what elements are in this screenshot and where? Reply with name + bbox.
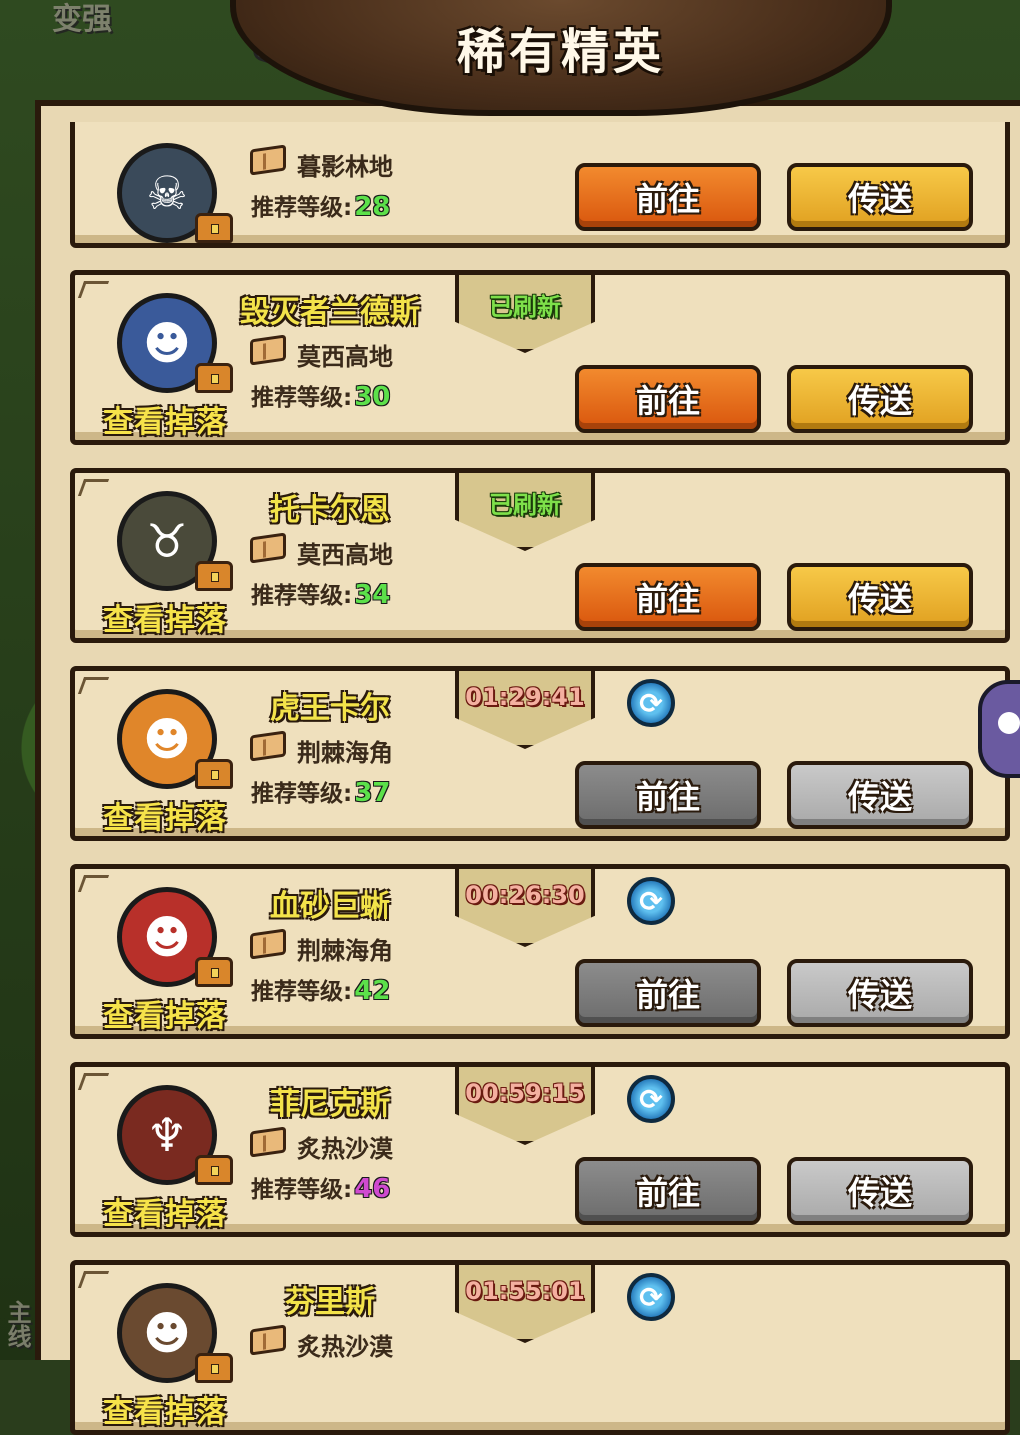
go-button[interactable]: 前往 bbox=[575, 761, 761, 829]
level-value: 28 bbox=[354, 192, 391, 222]
map-icon bbox=[250, 928, 286, 960]
elite-location: 荆棘海角 bbox=[297, 937, 393, 965]
go-button[interactable]: 前往 bbox=[575, 365, 761, 433]
elite-card: ☻ 查看掉落 血砂巨蜥荆棘海角推荐等级:42 00:26:30 ⟳ 前往 传送 bbox=[70, 864, 1010, 1039]
troll-icon: ☻ bbox=[143, 316, 191, 370]
level-prefix: 推荐等级: bbox=[251, 385, 353, 411]
respawn-timer: 00:59:15 bbox=[465, 1079, 585, 1107]
refresh-icon[interactable]: ⟳ bbox=[627, 679, 675, 727]
map-icon bbox=[250, 334, 286, 366]
elite-card: ☻ 查看掉落 芬里斯炙热沙漠 01:55:01 ⟳ bbox=[70, 1260, 1010, 1435]
elite-location: 莫西高地 bbox=[297, 343, 393, 371]
recommended-level: 推荐等级:37 bbox=[251, 774, 390, 808]
wolf-icon: ☻ bbox=[143, 1306, 191, 1360]
go-button[interactable]: 前往 bbox=[575, 563, 761, 631]
treasure-chest-icon bbox=[195, 957, 233, 987]
treasure-chest-icon bbox=[195, 1353, 233, 1383]
level-value: 37 bbox=[354, 778, 391, 808]
lizard-icon: ☻ bbox=[143, 910, 191, 964]
teleport-button[interactable]: 传送 bbox=[787, 1157, 973, 1225]
elite-name: 托卡尔恩 bbox=[270, 493, 390, 528]
elite-card: ☻ 查看掉落 虎王卡尔荆棘海角推荐等级:37 01:29:41 ⟳ 前往 传送 bbox=[70, 666, 1010, 841]
treasure-chest-icon bbox=[195, 759, 233, 789]
teleport-button[interactable]: 传送 bbox=[787, 563, 973, 631]
elite-name: 虎王卡尔 bbox=[270, 691, 390, 726]
page-title: 稀有精英 bbox=[456, 24, 665, 80]
elite-name: 菲尼克斯 bbox=[270, 1087, 390, 1122]
level-value: 42 bbox=[354, 976, 391, 1006]
go-button[interactable]: 前往 bbox=[575, 959, 761, 1027]
level-prefix: 推荐等级: bbox=[251, 781, 353, 807]
side-chat-button[interactable] bbox=[978, 680, 1020, 778]
level-prefix: 推荐等级: bbox=[251, 1177, 353, 1203]
elite-location: 莫西高地 bbox=[297, 541, 393, 569]
level-prefix: 推荐等级: bbox=[251, 195, 353, 221]
level-value: 30 bbox=[354, 382, 391, 412]
teleport-button[interactable]: 传送 bbox=[787, 959, 973, 1027]
respawn-timer: 01:55:01 bbox=[465, 1277, 585, 1305]
elite-location: 暮影林地 bbox=[297, 153, 393, 181]
level-prefix: 推荐等级: bbox=[251, 979, 353, 1005]
elite-name: 毁灭者兰德斯 bbox=[240, 295, 420, 330]
map-icon bbox=[250, 730, 286, 762]
teleport-button[interactable]: 传送 bbox=[787, 163, 973, 231]
bg-label-mainline: 主线 bbox=[3, 1300, 31, 1348]
elite-card: ☻ 查看掉落 毁灭者兰德斯莫西高地推荐等级:30 已刷新前往 传送 bbox=[70, 270, 1010, 445]
tiger-icon: ☻ bbox=[143, 712, 191, 766]
respawn-timer: 01:29:41 bbox=[465, 683, 585, 711]
map-icon bbox=[250, 532, 286, 564]
treasure-chest-icon bbox=[195, 213, 233, 243]
elite-location: 炙热沙漠 bbox=[297, 1333, 393, 1361]
go-button[interactable]: 前往 bbox=[575, 163, 761, 231]
phoenix-icon: ♆ bbox=[146, 1108, 188, 1162]
elite-location: 荆棘海角 bbox=[297, 739, 393, 767]
elite-name: 芬里斯 bbox=[285, 1285, 375, 1320]
view-drops-link[interactable]: 查看掉落 bbox=[103, 397, 227, 441]
elite-card: ♉ 查看掉落 托卡尔恩莫西高地推荐等级:34 已刷新前往 传送 bbox=[70, 468, 1010, 643]
map-icon bbox=[250, 1126, 286, 1158]
recommended-level: 推荐等级:30 bbox=[251, 378, 390, 412]
view-drops-link[interactable]: 查看掉落 bbox=[103, 991, 227, 1035]
level-value: 46 bbox=[354, 1174, 391, 1204]
treasure-chest-icon bbox=[195, 1155, 233, 1185]
elite-card: ♆ 查看掉落 菲尼克斯炙热沙漠推荐等级:46 00:59:15 ⟳ 前往 传送 bbox=[70, 1062, 1010, 1237]
level-value: 34 bbox=[354, 580, 391, 610]
recommended-level: 推荐等级:28 bbox=[251, 188, 390, 222]
elite-name: 血砂巨蜥 bbox=[270, 889, 390, 924]
refreshed-label: 已刷新 bbox=[489, 293, 561, 321]
view-drops-link[interactable]: 查看掉落 bbox=[103, 1387, 227, 1431]
treasure-chest-icon bbox=[195, 363, 233, 393]
view-drops-link[interactable]: 查看掉落 bbox=[103, 1189, 227, 1233]
teleport-button[interactable]: 传送 bbox=[787, 761, 973, 829]
go-button[interactable]: 前往 bbox=[575, 1157, 761, 1225]
skull-icon: ☠ bbox=[146, 166, 188, 220]
map-icon bbox=[250, 144, 286, 176]
elite-location: 炙热沙漠 bbox=[297, 1135, 393, 1163]
treasure-chest-icon bbox=[195, 561, 233, 591]
refreshed-label: 已刷新 bbox=[489, 491, 561, 519]
recommended-level: 推荐等级:46 bbox=[251, 1170, 390, 1204]
view-drops-link[interactable]: 查看掉落 bbox=[103, 793, 227, 837]
teleport-button[interactable]: 传送 bbox=[787, 365, 973, 433]
refresh-icon[interactable]: ⟳ bbox=[627, 1075, 675, 1123]
recommended-level: 推荐等级:42 bbox=[251, 972, 390, 1006]
recommended-level: 推荐等级:34 bbox=[251, 576, 390, 610]
respawn-timer: 00:26:30 bbox=[465, 881, 585, 909]
map-icon bbox=[250, 1324, 286, 1356]
refresh-icon[interactable]: ⟳ bbox=[627, 877, 675, 925]
horned-beast-icon: ♉ bbox=[146, 514, 188, 568]
refresh-icon[interactable]: ⟳ bbox=[627, 1273, 675, 1321]
bg-label-strengthen: 变强 bbox=[52, 2, 112, 37]
level-prefix: 推荐等级: bbox=[251, 583, 353, 609]
view-drops-link[interactable]: 查看掉落 bbox=[103, 595, 227, 639]
